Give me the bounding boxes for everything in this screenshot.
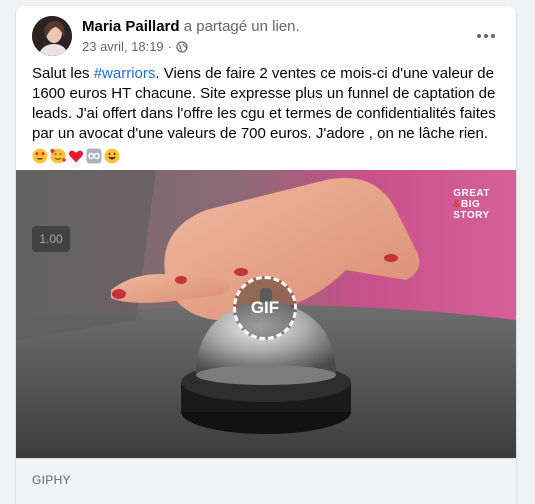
red-heart-emoji — [68, 148, 84, 164]
feed-post: Maria Paillard a partagé un lien. 23 avr… — [16, 6, 516, 504]
post-header: Maria Paillard a partagé un lien. 23 avr… — [16, 6, 516, 62]
link-source-domain: GIPHY — [32, 473, 71, 487]
post-timestamp[interactable]: 23 avril, 18:19 — [82, 39, 164, 54]
link-source-bar[interactable]: GIPHY — [16, 458, 516, 504]
gif-preview[interactable]: 1.00 GREAT &BIG STORY GIF — [16, 170, 516, 458]
meta-separator: · — [167, 39, 173, 54]
author-line: Maria Paillard a partagé un lien. — [82, 18, 300, 35]
gif-label: GIF — [250, 298, 280, 317]
heart-eyes-emoji — [32, 148, 48, 164]
grinning-face-emoji — [104, 148, 120, 164]
watermark-logo: GREAT &BIG STORY — [453, 188, 490, 221]
author-name[interactable]: Maria Paillard — [82, 18, 180, 35]
message-prefix: Salut les — [32, 65, 94, 82]
globe-icon[interactable] — [176, 40, 188, 53]
smiling-face-with-hearts-emoji — [50, 148, 66, 164]
shared-action-text: a partagé un lien. — [183, 18, 300, 35]
infinity-emoji — [86, 148, 102, 164]
post-message: Salut les #warriors. Viens de faire 2 ve… — [32, 64, 502, 166]
emoji-row — [32, 146, 502, 166]
hashtag-link[interactable]: #warriors — [94, 65, 156, 82]
author-avatar[interactable] — [32, 16, 72, 56]
gif-play-button[interactable]: GIF — [233, 276, 297, 340]
playback-speed-badge: 1.00 — [32, 226, 70, 252]
post-meta: 23 avril, 18:19 · — [82, 39, 188, 54]
more-options-icon[interactable] — [468, 24, 504, 48]
